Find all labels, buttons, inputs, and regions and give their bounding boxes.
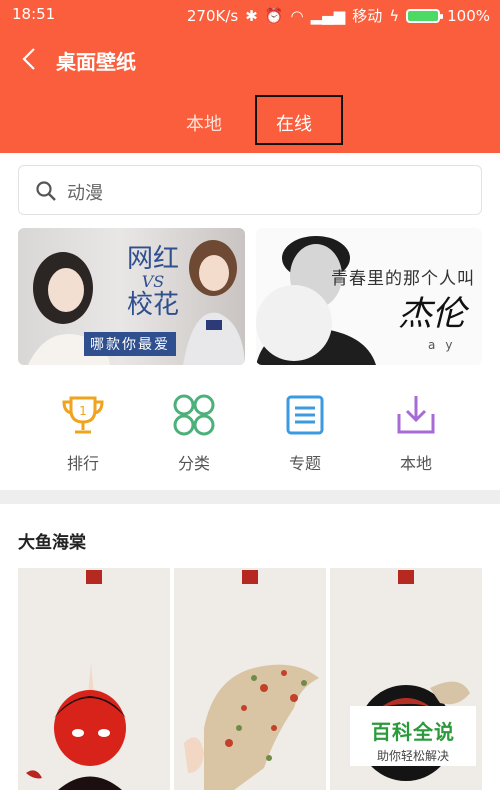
- battery-icon: [406, 8, 444, 23]
- banner-right-subtitle: ay: [428, 338, 463, 352]
- banner-jay-chou[interactable]: 青春里的那个人叫 杰伦 ay: [256, 228, 482, 365]
- charging-icon: ϟ: [389, 6, 400, 25]
- signal-icon: ▂▄▆: [310, 6, 346, 25]
- back-arrow-icon[interactable]: [18, 44, 42, 74]
- category-topics[interactable]: 专题: [265, 390, 345, 474]
- wifi-icon: ◠: [290, 6, 304, 25]
- category-label-classification: 分类: [177, 454, 210, 473]
- search-input[interactable]: 动漫: [18, 165, 482, 215]
- document-list-icon: [286, 395, 324, 435]
- banner-left-title-bottom: 校花: [126, 290, 179, 320]
- status-bar: 18:51 270K/s ✱ ⏰ ◠ ▂▄▆ 移动 ϟ 100%: [0, 0, 500, 30]
- watermark-main: 百科全说: [371, 720, 455, 744]
- banner-hotgirl-vs-campus[interactable]: 网红 VS 校花 哪款你最爱: [18, 228, 245, 365]
- page-title: 桌面壁纸: [56, 50, 136, 74]
- banner-left-subtitle: 哪款你最爱: [84, 332, 176, 356]
- baike-watermark: 百科全说 助你轻松解决: [350, 706, 476, 766]
- status-time: 18:51: [12, 5, 56, 23]
- section-title: 大鱼海棠: [18, 533, 86, 553]
- banner-left-vs: VS: [141, 272, 165, 291]
- app-header: 18:51 270K/s ✱ ⏰ ◠ ▂▄▆ 移动 ϟ 100% 桌面壁纸 本地…: [0, 0, 500, 153]
- category-ranking[interactable]: 1 排行: [43, 390, 123, 474]
- svg-text:1: 1: [79, 404, 87, 418]
- boy-red-face-illustration: [26, 663, 126, 790]
- category-local[interactable]: 本地: [376, 390, 456, 474]
- banner-left-title: 网红 VS 校花: [113, 246, 193, 318]
- bluetooth-icon: ✱: [245, 6, 258, 25]
- banner-left-title-top: 网红: [126, 244, 179, 274]
- alarm-icon: ⏰: [264, 6, 284, 25]
- carrier-name: 移动: [352, 7, 383, 25]
- tab-local[interactable]: 本地: [186, 110, 222, 136]
- girl-leaves-illustration: [184, 664, 319, 790]
- search-icon: [36, 181, 56, 201]
- tab-online[interactable]: 在线: [276, 110, 312, 136]
- category-classification[interactable]: 分类: [154, 390, 234, 474]
- download-tray-icon: [397, 396, 435, 434]
- category-label-topics: 专题: [288, 454, 321, 473]
- category-label-ranking: 排行: [66, 454, 99, 473]
- nav-bar: 桌面壁纸: [0, 30, 500, 90]
- wallpaper-thumbnail[interactable]: [174, 568, 326, 790]
- section-divider: [0, 490, 500, 504]
- status-indicators: 270K/s ✱ ⏰ ◠ ▂▄▆ 移动 ϟ 100%: [187, 5, 490, 26]
- search-placeholder: 动漫: [67, 183, 103, 204]
- watermark-sub: 助你轻松解决: [376, 749, 449, 763]
- battery-percent: 100%: [447, 6, 490, 25]
- category-label-local: 本地: [399, 454, 432, 473]
- grid-circles-icon: [173, 394, 215, 436]
- trophy-icon: 1: [62, 396, 104, 434]
- wallpaper-thumbnail[interactable]: [18, 568, 170, 790]
- banner-right-signature: 杰伦: [398, 294, 466, 334]
- network-speed: 270K/s: [186, 6, 239, 25]
